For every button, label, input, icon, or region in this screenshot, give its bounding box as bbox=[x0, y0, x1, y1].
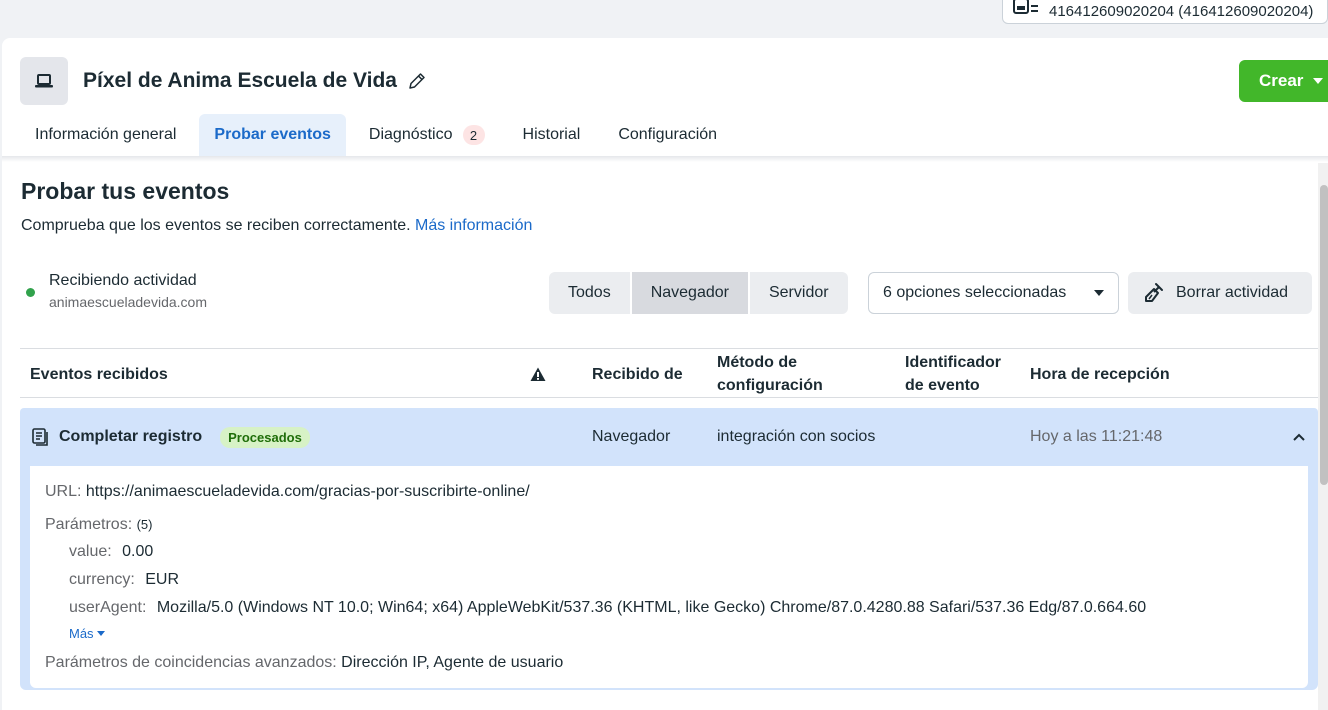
events-table-header: Eventos recibidos Recibido de Método de … bbox=[20, 348, 1318, 398]
section-description: Comprueba que los eventos se reciben cor… bbox=[21, 217, 532, 235]
param-key: currency: bbox=[69, 571, 135, 588]
tab-label: Historial bbox=[522, 126, 581, 143]
detail-advanced-matching: Parámetros de coincidencias avanzados: D… bbox=[45, 654, 563, 672]
business-manager-icon bbox=[1013, 0, 1038, 14]
chevron-up-icon[interactable] bbox=[1292, 408, 1306, 466]
url-value: https://animaescueladevida.com/gracias-p… bbox=[85, 483, 530, 500]
event-details: URL: https://animaescueladevida.com/grac… bbox=[30, 466, 1308, 688]
pixel-card: Píxel de Anima Escuela de Vida Crear Inf… bbox=[2, 38, 1328, 710]
create-button[interactable]: Crear bbox=[1239, 60, 1328, 102]
event-received-from: Navegador bbox=[592, 428, 671, 445]
more-label: Más bbox=[69, 626, 94, 641]
clear-activity-label: Borrar actividad bbox=[1176, 284, 1289, 301]
create-button-label: Crear bbox=[1259, 71, 1304, 90]
table-row[interactable]: Completar registro Procesados Navegador … bbox=[20, 408, 1318, 466]
param-user-agent: userAgent: Mozilla/5.0 (Windows NT 10.0;… bbox=[69, 599, 1146, 617]
tab-label: Diagnóstico bbox=[368, 126, 453, 143]
event-details-panel: URL: https://animaescueladevida.com/grac… bbox=[20, 466, 1318, 690]
status-domain: animaescueladevida.com bbox=[49, 294, 207, 310]
detail-params-heading: Parámetros: (5) bbox=[45, 516, 152, 534]
advanced-label: Parámetros de coincidencias avanzados: bbox=[45, 654, 337, 671]
status-dot bbox=[26, 288, 35, 297]
event-name: Completar registro bbox=[59, 428, 203, 445]
filter-browser-button[interactable]: Navegador bbox=[631, 272, 748, 314]
section-title: Probar tus eventos bbox=[21, 178, 230, 204]
param-value: value: 0.00 bbox=[69, 543, 153, 561]
tab-label: Información general bbox=[35, 126, 177, 143]
processed-badge: Procesados bbox=[220, 426, 310, 448]
event-setup-method: integración con socios bbox=[717, 428, 876, 445]
event-options-dropdown[interactable]: 6 opciones seleccionadas bbox=[868, 272, 1119, 314]
event-name-cell: Completar registro Procesados bbox=[30, 408, 310, 466]
scrollbar[interactable] bbox=[1318, 163, 1328, 710]
tab-overview[interactable]: Información general bbox=[20, 114, 191, 156]
diagnostics-count-badge: 2 bbox=[462, 125, 485, 145]
tab-diagnostics[interactable]: Diagnóstico 2 bbox=[354, 114, 500, 156]
source-filter: Todos Navegador Servidor bbox=[549, 272, 848, 314]
column-received-time: Hora de recepción bbox=[1030, 365, 1170, 383]
more-params-link[interactable]: Más bbox=[69, 626, 105, 641]
filter-all-button[interactable]: Todos bbox=[549, 272, 630, 314]
param-val: EUR bbox=[145, 571, 180, 588]
chevron-down-icon bbox=[96, 631, 105, 636]
monitor-icon bbox=[35, 74, 53, 88]
description-text: Comprueba que los eventos se reciben cor… bbox=[21, 217, 411, 234]
params-count: (5) bbox=[136, 517, 153, 532]
tab-label: Configuración bbox=[618, 126, 718, 143]
column-setup-method: Método de configuración bbox=[717, 354, 823, 394]
tab-history[interactable]: Historial bbox=[508, 114, 596, 156]
column-events-received: Eventos recibidos bbox=[30, 365, 168, 383]
detail-url: URL: https://animaescueladevida.com/grac… bbox=[45, 483, 530, 501]
param-val: 0.00 bbox=[122, 543, 154, 560]
more-info-link[interactable]: Más información bbox=[415, 217, 532, 234]
event-received-time: Hoy a las 11:21:48 bbox=[1030, 428, 1163, 445]
page-title: Píxel de Anima Escuela de Vida bbox=[83, 69, 397, 92]
tab-test-events[interactable]: Probar eventos bbox=[199, 114, 346, 156]
advanced-value: Dirección IP, Agente de usuario bbox=[341, 654, 564, 671]
status-label: Recibiendo actividad bbox=[49, 272, 197, 289]
clear-activity-button[interactable]: Borrar actividad bbox=[1128, 272, 1312, 314]
param-val: Mozilla/5.0 (Windows NT 10.0; Win64; x64… bbox=[156, 599, 1147, 616]
column-received-from: Recibido de bbox=[592, 365, 683, 383]
param-key: userAgent: bbox=[69, 599, 147, 616]
url-label: URL: bbox=[45, 483, 82, 500]
scrollbar-thumb[interactable] bbox=[1320, 185, 1328, 485]
tab-label: Probar eventos bbox=[214, 126, 331, 143]
tab-bar: Información general Probar eventos Diagn… bbox=[20, 114, 740, 156]
document-copy-icon bbox=[32, 428, 48, 446]
pencil-icon[interactable] bbox=[407, 71, 427, 91]
chevron-down-icon bbox=[1313, 78, 1324, 84]
param-currency: currency: EUR bbox=[69, 571, 179, 589]
warning-icon bbox=[530, 349, 546, 399]
dropdown-label: 6 opciones seleccionadas bbox=[883, 284, 1067, 301]
filter-server-button[interactable]: Servidor bbox=[749, 272, 848, 314]
param-key: value: bbox=[69, 543, 112, 560]
broom-icon bbox=[1145, 283, 1163, 302]
account-label: 416412609020204 (416412609020204) bbox=[1049, 2, 1314, 20]
tab-divider bbox=[2, 156, 1328, 162]
activity-status: Recibiendo actividad animaescueladevida.… bbox=[26, 272, 207, 310]
pixel-header: Píxel de Anima Escuela de Vida bbox=[20, 57, 427, 105]
tab-settings[interactable]: Configuración bbox=[603, 114, 732, 156]
account-selector[interactable]: 416412609020204 (416412609020204) bbox=[1002, 0, 1328, 24]
params-label: Parámetros: bbox=[45, 516, 133, 533]
pixel-icon-box bbox=[20, 57, 68, 105]
chevron-down-icon bbox=[1094, 290, 1104, 296]
column-event-id: Identificador de evento bbox=[905, 354, 1002, 394]
